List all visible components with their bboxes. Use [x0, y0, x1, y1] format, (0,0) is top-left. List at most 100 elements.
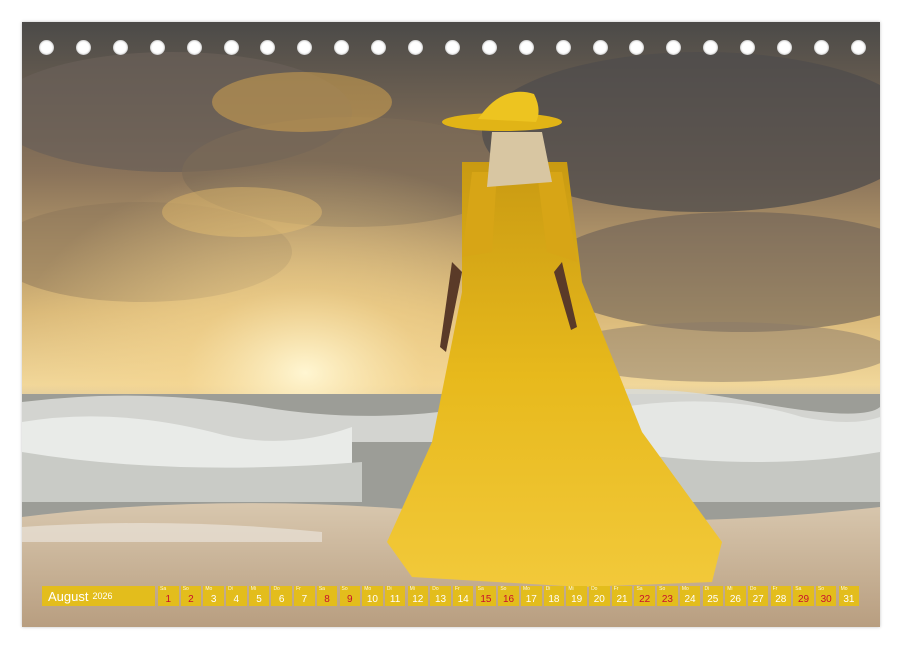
day-number: 30	[820, 594, 832, 605]
day-number: 1	[165, 594, 172, 605]
day-cell: Fr 21	[611, 586, 633, 606]
weekday-label: Mi	[568, 586, 574, 592]
weekday-label: So	[817, 586, 825, 592]
day-number: 8	[324, 594, 330, 605]
binding-hole	[75, 40, 91, 55]
weekday-label: Mo	[364, 586, 372, 592]
day-number: 17	[525, 594, 537, 605]
day-cell: So 9	[339, 586, 360, 606]
binding-hole	[371, 40, 387, 55]
weekday-label: Sa	[795, 586, 802, 592]
day-number: 4	[233, 594, 240, 605]
binding-hole	[518, 40, 534, 55]
binding-hole	[260, 40, 276, 55]
binding-hole	[666, 40, 682, 55]
binding-hole	[149, 40, 165, 55]
day-cell: Do 20	[589, 586, 610, 606]
weekday-label: Mo	[205, 586, 213, 592]
day-cell: So 16	[498, 586, 519, 606]
binding-hole	[740, 40, 756, 55]
weekday-label: So	[341, 586, 348, 592]
month-name: August	[48, 588, 89, 604]
day-cell: Mi 19	[566, 586, 587, 606]
day-cell: So 2	[180, 586, 202, 606]
weekday-label: Fr	[772, 586, 778, 592]
day-cell: So 30	[815, 586, 837, 606]
calendar-page: August 2026 Sa 1 So 2 Mo 3 Di 4 Mi 5 Do 6 Fr 7 Sa 8 So 9 M…	[22, 22, 880, 627]
binding-hole	[186, 40, 202, 55]
day-cell: Mo 31	[838, 586, 860, 606]
weekday-label: Mi	[727, 586, 733, 592]
day-cell: Fr 14	[452, 586, 474, 606]
binding-hole	[223, 40, 239, 55]
binding-hole	[444, 40, 460, 55]
calendar-strip: August 2026 Sa 1 So 2 Mo 3 Di 4 Mi 5 Do 6 Fr 7 Sa 8 So 9 M…	[42, 586, 861, 606]
day-number: 3	[210, 594, 217, 605]
day-cells: Sa 1 So 2 Mo 3 Di 4 Mi 5 Do 6 Fr 7 Sa 8 So 9 Mo 10 Di 11 Mi 12 D…	[158, 586, 861, 606]
weekday-label: Do	[432, 586, 439, 592]
weekday-label: Di	[386, 586, 392, 592]
day-number: 28	[775, 594, 787, 605]
weekday-label: Mo	[681, 586, 689, 592]
day-cell: Di 18	[543, 586, 565, 606]
day-number: 2	[188, 594, 194, 605]
day-number: 16	[503, 594, 515, 605]
day-cell: Di 25	[702, 586, 723, 606]
day-cell: Sa 15	[475, 586, 497, 606]
day-cell: Sa 22	[634, 586, 655, 606]
day-number: 21	[616, 594, 628, 605]
binding-hole	[408, 40, 423, 55]
day-cell: Do 13	[430, 586, 451, 606]
day-cell: Do 27	[747, 586, 769, 606]
day-cell: Di 4	[226, 586, 247, 606]
day-cell: Mo 3	[203, 586, 224, 606]
binding-hole	[629, 40, 645, 55]
day-number: 24	[684, 594, 696, 605]
weekday-label: Mi	[409, 586, 415, 592]
weekday-label: Fr	[613, 586, 619, 592]
day-number: 7	[301, 594, 308, 605]
weekday-label: Sa	[318, 586, 325, 592]
day-number: 29	[797, 594, 810, 605]
day-number: 10	[366, 594, 378, 605]
day-number: 6	[278, 594, 285, 605]
day-number: 11	[389, 594, 401, 605]
day-number: 13	[434, 594, 447, 605]
day-number: 27	[752, 594, 764, 605]
weekday-label: Fr	[296, 586, 301, 592]
weekday-label: So	[500, 586, 507, 592]
binding-hole	[813, 40, 829, 55]
day-cell: Mo 10	[362, 586, 383, 606]
weekday-label: Do	[749, 586, 757, 592]
day-number: 9	[346, 594, 353, 605]
day-cell: Mo 17	[521, 586, 542, 606]
binding-holes	[22, 40, 880, 56]
binding-hole	[112, 40, 128, 55]
day-number: 18	[548, 594, 560, 605]
day-number: 20	[593, 594, 605, 605]
day-number: 25	[707, 594, 719, 605]
weekday-label: Di	[545, 586, 551, 592]
day-cell: Di 11	[384, 586, 406, 606]
month-label: August 2026	[42, 586, 155, 606]
weekday-label: Sa	[160, 586, 167, 592]
day-number: 14	[457, 594, 469, 605]
day-cell: Mi 26	[725, 586, 746, 606]
day-cell: Fr 7	[294, 586, 315, 606]
day-number: 26	[729, 594, 741, 605]
binding-hole	[703, 40, 719, 55]
day-cell: Sa 8	[316, 586, 338, 606]
day-cell: Mi 12	[407, 586, 429, 606]
day-number: 12	[412, 594, 424, 605]
binding-hole	[592, 40, 608, 55]
weekday-label: Do	[273, 586, 280, 592]
weekday-label: Sa	[477, 586, 484, 592]
binding-hole	[850, 40, 866, 55]
day-cell: Sa 1	[158, 586, 179, 606]
weekday-label: Mo	[523, 586, 530, 592]
day-cell: Sa 29	[793, 586, 814, 606]
binding-hole	[777, 40, 792, 55]
day-cell: Mi 5	[248, 586, 270, 606]
beach-sunset-photo	[22, 22, 880, 627]
day-cell: So 23	[657, 586, 678, 606]
